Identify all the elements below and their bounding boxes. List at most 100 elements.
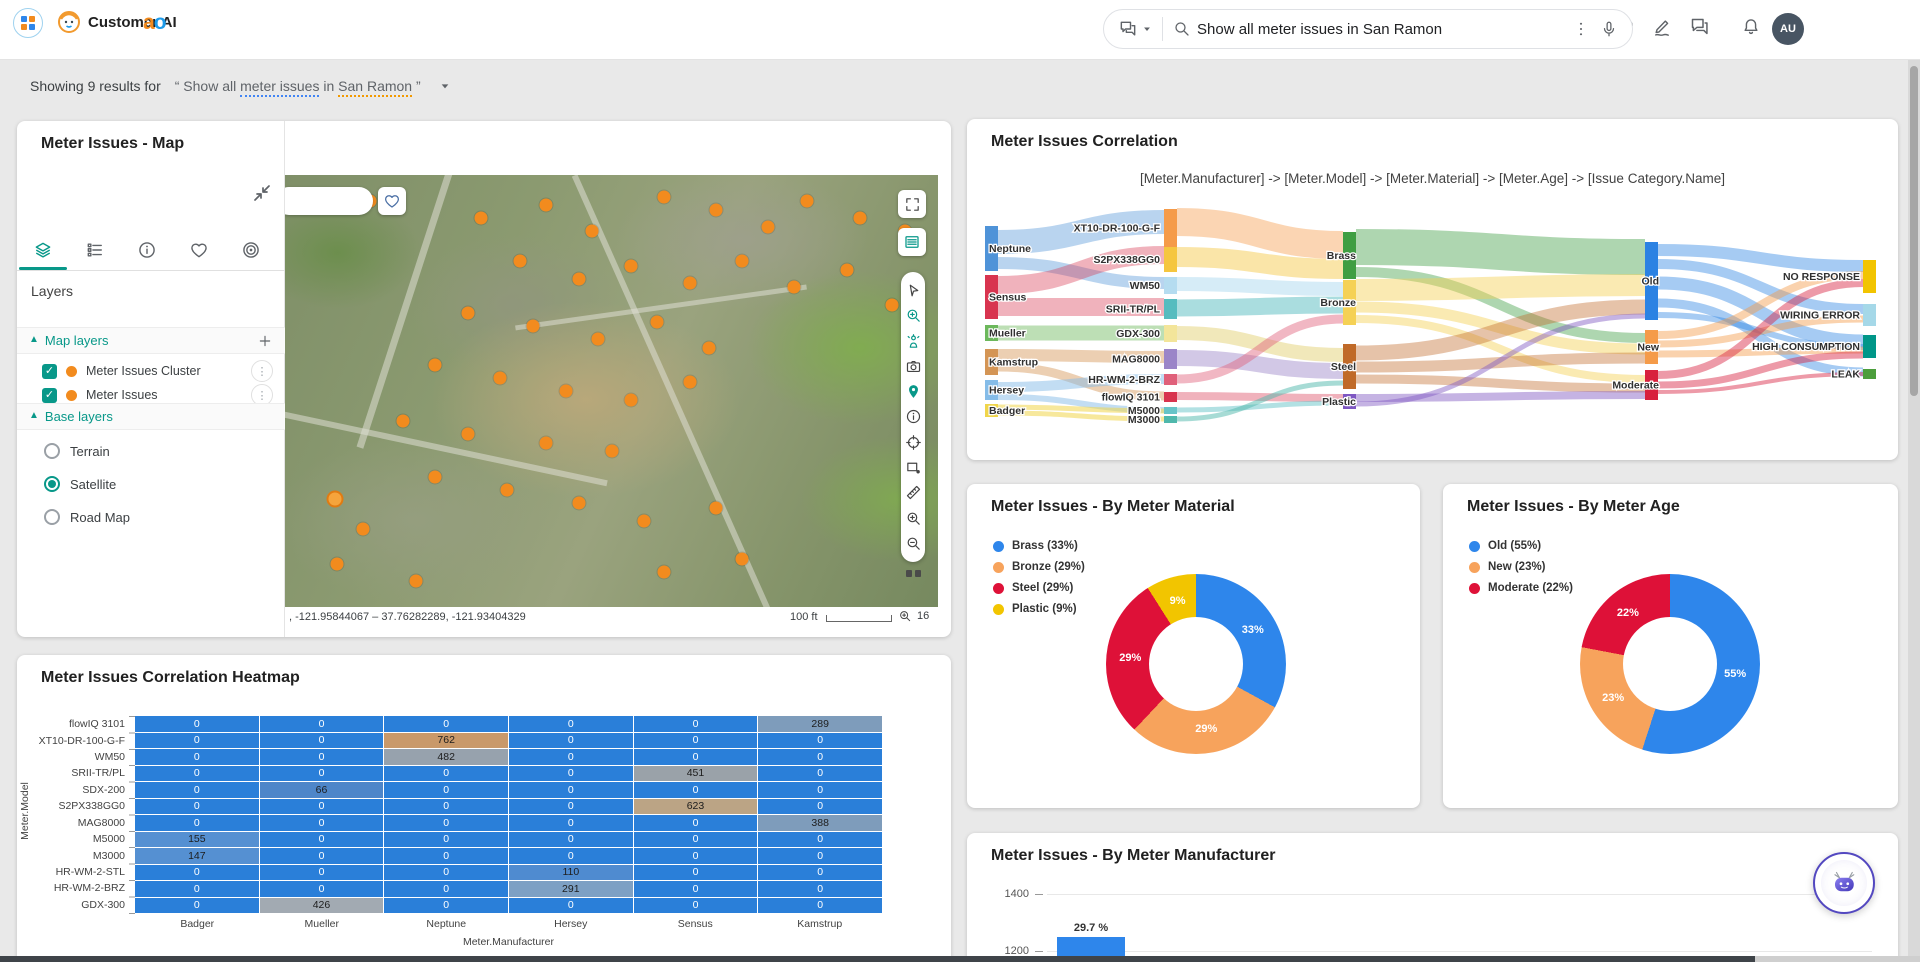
sankey-link[interactable] [1356,395,1645,398]
meter-issue-marker[interactable] [709,203,722,216]
sidebar-tab-list[interactable] [69,233,121,267]
heatmap-cell[interactable]: 0 [509,733,633,749]
meter-issue-marker[interactable] [788,281,801,294]
heatmap-cell[interactable]: 155 [135,832,259,848]
heatmap-cell[interactable]: 0 [509,799,633,815]
heatmap-cell[interactable]: 66 [260,782,384,798]
heatmap-cell[interactable]: 623 [634,799,758,815]
heatmap-cell[interactable]: 0 [260,749,384,765]
legend-item[interactable]: Bronze (29%) [993,561,1085,573]
chatbot-button[interactable] [1813,852,1875,914]
meter-issue-marker[interactable] [540,436,553,449]
layer-more-button[interactable]: ⋮ [251,360,273,382]
toolbar-handle[interactable] [906,570,922,578]
heatmap-cell[interactable]: 0 [135,881,259,897]
heatmap-cell[interactable]: 0 [758,865,882,881]
heatmap-cell[interactable]: 0 [260,815,384,831]
cursor-icon[interactable] [905,282,922,299]
age-donut-chart[interactable]: 55%23%22% [1580,574,1760,754]
heatmap-cell[interactable]: 0 [384,782,508,798]
entity-meter-issues[interactable]: meter issues [240,78,319,97]
sankey-node[interactable] [1164,374,1177,385]
zoom-in-icon[interactable] [898,609,912,623]
sankey-node[interactable] [1164,247,1177,272]
meter-issue-marker[interactable] [736,553,749,566]
legend-item[interactable]: Steel (29%) [993,582,1085,594]
meter-issue-marker[interactable] [683,277,696,290]
sankey-link[interactable] [1177,396,1343,398]
sankey-link[interactable] [1177,403,1343,410]
satellite-map[interactable] [285,175,938,607]
meter-issue-marker[interactable] [709,501,722,514]
user-avatar[interactable]: AU [1772,13,1804,45]
sankey-link[interactable] [1356,247,1645,257]
zoom-out-icon[interactable] [905,535,922,552]
legend-item[interactable]: Plastic (9%) [993,603,1085,615]
heatmap-cell[interactable]: 0 [509,848,633,864]
sankey-node[interactable] [1164,349,1177,369]
meter-issue-marker[interactable] [605,445,618,458]
heatmap-cell[interactable]: 0 [634,733,758,749]
horizontal-scrollbar[interactable] [0,956,1920,962]
map-fullscreen-button[interactable] [898,190,926,218]
meter-issue-marker[interactable] [592,333,605,346]
app-launcher-button[interactable] [13,8,43,38]
sankey-node[interactable] [1863,260,1876,293]
heatmap-cell[interactable]: 0 [509,782,633,798]
collapse-sidebar-icon[interactable] [250,181,276,207]
heatmap-cell[interactable]: 0 [260,799,384,815]
heatmap-cell[interactable]: 0 [758,898,882,914]
sankey-node[interactable] [1164,416,1177,423]
sankey-node[interactable] [1164,325,1177,342]
horizontal-scrollbar-thumb[interactable] [0,956,1755,962]
meter-issue-marker[interactable] [396,415,409,428]
heatmap-cell[interactable]: 0 [135,766,259,782]
heatmap-cell[interactable]: 0 [634,865,758,881]
meter-issue-marker[interactable] [461,428,474,441]
heatmap-cell[interactable]: 291 [509,881,633,897]
base-layer-radio[interactable] [44,443,60,459]
heatmap-cell[interactable]: 0 [758,766,882,782]
meter-issue-marker[interactable] [625,393,638,406]
meter-issue-marker[interactable] [638,514,651,527]
heatmap-cell[interactable]: 0 [509,898,633,914]
heatmap-cell[interactable]: 0 [509,766,633,782]
sidebar-tab-heart[interactable] [173,233,225,267]
heatmap-cell[interactable]: 0 [135,716,259,732]
meter-issue-marker[interactable] [494,372,507,385]
base-layer-radio[interactable] [44,476,60,492]
heatmap-cell[interactable]: 0 [135,749,259,765]
search-options-icon[interactable] [1572,20,1590,38]
heatmap-cell[interactable]: 0 [758,881,882,897]
heatmap-cell[interactable]: 0 [135,898,259,914]
meter-issue-marker[interactable] [585,225,598,238]
legend-item[interactable]: New (23%) [1469,561,1573,573]
heatmap-cell[interactable]: 0 [384,799,508,815]
meter-issue-marker[interactable] [572,497,585,510]
sankey-link[interactable] [1177,257,1343,269]
heatmap-cell[interactable]: 0 [260,848,384,864]
meter-issue-marker[interactable] [651,315,664,328]
meter-issue-marker[interactable] [886,298,899,311]
meter-issue-marker[interactable] [703,341,716,354]
meter-issue-marker[interactable] [461,307,474,320]
sankey-node[interactable] [1863,304,1876,326]
map-favorite-button[interactable] [378,187,406,215]
heatmap-cell[interactable]: 0 [758,749,882,765]
sankey-link[interactable] [1177,222,1343,245]
heatmap-cell[interactable]: 0 [758,832,882,848]
conversations-icon[interactable] [1689,16,1710,37]
heatmap-cell[interactable]: 0 [260,832,384,848]
meter-issue-marker[interactable] [840,264,853,277]
sidebar-tab-layers[interactable] [17,233,69,267]
crosshair-icon[interactable] [905,434,922,451]
heatmap-cell[interactable]: 0 [758,733,882,749]
zoom-area-icon[interactable] [905,307,922,324]
heatmap-cell[interactable]: 451 [634,766,758,782]
material-donut-chart[interactable]: 33%29%29%9% [1106,574,1286,754]
meter-issue-marker[interactable] [429,471,442,484]
heatmap-cell[interactable]: 0 [634,848,758,864]
sidebar-tab-info[interactable] [121,233,173,267]
heatmap-cell[interactable]: 0 [260,766,384,782]
vertical-scrollbar-thumb[interactable] [1910,66,1918,396]
